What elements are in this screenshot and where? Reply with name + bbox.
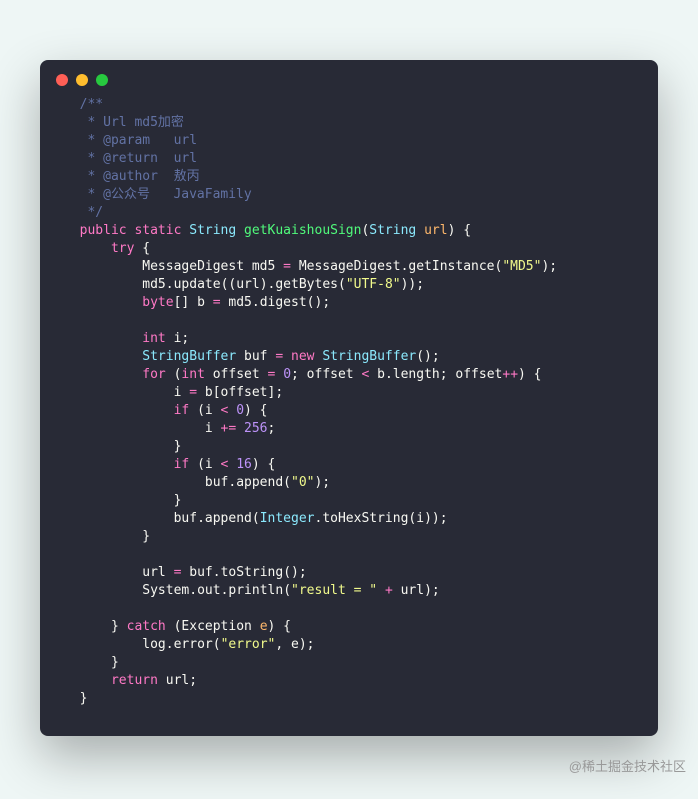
id-b2: b <box>377 367 385 382</box>
type-string: String <box>189 223 236 238</box>
comment-l3: * @param url <box>64 133 197 148</box>
comment-l2: * Url md5加密 <box>64 115 184 130</box>
kw-catch: catch <box>127 619 166 634</box>
kw-return: return <box>111 673 158 688</box>
kw-static: static <box>134 223 181 238</box>
kw-try: try <box>111 241 134 256</box>
id-b: b <box>197 295 205 310</box>
type-sb2: StringBuffer <box>322 349 416 364</box>
id-e2: e <box>291 637 299 652</box>
id-md2: MessageDigest <box>299 259 401 274</box>
kw-int2: int <box>181 367 204 382</box>
id-url3: url <box>142 565 165 580</box>
id-pln: println <box>228 583 283 598</box>
op-lt2: < <box>221 403 229 418</box>
op-lt3: < <box>221 457 229 472</box>
op-eq: = <box>283 259 291 274</box>
id-off2: offset <box>307 367 354 382</box>
id-buf3: buf <box>174 511 197 526</box>
id-i4: i <box>205 421 213 436</box>
id-off4: offset <box>221 385 268 400</box>
param-e: e <box>260 619 268 634</box>
type-int: Integer <box>260 511 315 526</box>
type-string2: String <box>369 223 416 238</box>
num-16: 16 <box>236 457 252 472</box>
id-app: append <box>236 475 283 490</box>
op-eq2: = <box>213 295 221 310</box>
id-err: error <box>174 637 213 652</box>
op-pe: += <box>221 421 237 436</box>
id-buf2: buf <box>205 475 228 490</box>
num-0b: 0 <box>236 403 244 418</box>
window-titlebar <box>40 60 658 96</box>
id-md5b: md5 <box>142 277 165 292</box>
str-err: "error" <box>221 637 276 652</box>
close-icon[interactable] <box>56 74 68 86</box>
id-i3: i <box>205 403 213 418</box>
id-gi: getInstance <box>408 259 494 274</box>
id-log: log <box>142 637 165 652</box>
id-app2: append <box>205 511 252 526</box>
op-eq6: = <box>174 565 182 580</box>
kw-for: for <box>142 367 165 382</box>
kw-int: int <box>142 331 165 346</box>
id-i6: i <box>416 511 424 526</box>
watermark-text: @稀土掘金技术社区 <box>569 756 686 775</box>
comment-l7: */ <box>64 205 103 220</box>
id-i2: i <box>174 385 182 400</box>
id-buf4: buf <box>189 565 212 580</box>
str-md5: "MD5" <box>502 259 541 274</box>
id-upd: update <box>174 277 221 292</box>
code-content: /** * Url md5加密 * @param url * @return u… <box>40 96 658 736</box>
id-md5c: md5 <box>228 295 251 310</box>
id-sys: System <box>142 583 189 598</box>
kw-new: new <box>291 349 314 364</box>
comment-l1: /** <box>64 97 103 112</box>
op-lt: < <box>361 367 369 382</box>
op-eq5: = <box>189 385 197 400</box>
op-pp: ++ <box>502 367 518 382</box>
str-res: "result = " <box>291 583 377 598</box>
op-plus: + <box>385 583 393 598</box>
kw-public: public <box>80 223 127 238</box>
id-md5: md5 <box>252 259 275 274</box>
op-eq3: = <box>275 349 283 364</box>
id-off: offset <box>213 367 260 382</box>
param-url: url <box>424 223 447 238</box>
id-out: out <box>197 583 220 598</box>
comment-l5: * @author 敖丙 <box>64 169 200 184</box>
id-dig: digest <box>260 295 307 310</box>
id-url2: url <box>236 277 259 292</box>
id-len: length <box>393 367 440 382</box>
id-gb: getBytes <box>275 277 338 292</box>
id-ths: toHexString <box>322 511 408 526</box>
id-url5: url <box>166 673 189 688</box>
comment-l4: * @return url <box>64 151 197 166</box>
type-sb: StringBuffer <box>142 349 236 364</box>
id-i5: i <box>205 457 213 472</box>
id-b3: b <box>205 385 213 400</box>
id-buf: buf <box>244 349 267 364</box>
kw-if: if <box>174 403 190 418</box>
id-url4: url <box>401 583 424 598</box>
fn-name: getKuaishouSign <box>244 223 361 238</box>
op-eq4: = <box>268 367 276 382</box>
minimize-icon[interactable] <box>76 74 88 86</box>
code-window: /** * Url md5加密 * @param url * @return u… <box>40 60 658 736</box>
comment-l6: * @公众号 JavaFamily <box>64 187 252 202</box>
id-md: MessageDigest <box>142 259 244 274</box>
kw-if2: if <box>174 457 190 472</box>
id-ex: Exception <box>181 619 251 634</box>
id-ts: toString <box>221 565 284 580</box>
id-off3: offset <box>455 367 502 382</box>
str-zero: "0" <box>291 475 314 490</box>
num-256: 256 <box>244 421 267 436</box>
str-utf8: "UTF-8" <box>346 277 401 292</box>
kw-byte: byte <box>142 295 173 310</box>
maximize-icon[interactable] <box>96 74 108 86</box>
num-0: 0 <box>283 367 291 382</box>
